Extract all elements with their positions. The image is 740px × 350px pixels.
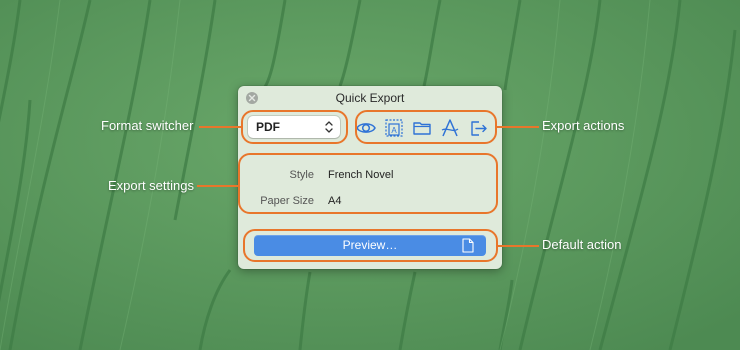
style-value[interactable]: French Novel bbox=[328, 169, 393, 181]
quick-export-panel: Quick Export PDF A Style French Novel Pa… bbox=[238, 86, 502, 269]
format-switcher-select[interactable]: PDF bbox=[248, 116, 340, 138]
text-frame-icon[interactable]: A bbox=[383, 117, 405, 139]
export-actions: A bbox=[355, 115, 495, 141]
default-action-callout: Default action bbox=[542, 237, 622, 252]
export-settings-leader bbox=[197, 185, 238, 187]
format-switcher-leader bbox=[199, 126, 241, 128]
font-icon[interactable] bbox=[439, 117, 461, 139]
export-actions-callout: Export actions bbox=[542, 118, 625, 133]
style-label: Style bbox=[289, 169, 314, 181]
paper-size-label: Paper Size bbox=[260, 195, 314, 207]
panel-title: Quick Export bbox=[335, 91, 405, 105]
preview-button[interactable]: Preview… bbox=[254, 235, 486, 256]
preview-eye-icon[interactable] bbox=[355, 117, 377, 139]
preview-button-label: Preview… bbox=[342, 238, 398, 252]
default-action-leader bbox=[498, 245, 539, 247]
svg-text:A: A bbox=[391, 126, 397, 135]
up-down-chevron-icon bbox=[325, 121, 333, 133]
export-settings-callout: Export settings bbox=[108, 178, 194, 193]
paper-size-value[interactable]: A4 bbox=[328, 195, 341, 207]
export-actions-leader bbox=[497, 126, 539, 128]
format-value: PDF bbox=[256, 120, 280, 134]
folder-icon[interactable] bbox=[411, 117, 433, 139]
document-icon bbox=[462, 238, 474, 253]
share-icon[interactable] bbox=[467, 117, 489, 139]
format-switcher-callout: Format switcher bbox=[101, 118, 194, 133]
